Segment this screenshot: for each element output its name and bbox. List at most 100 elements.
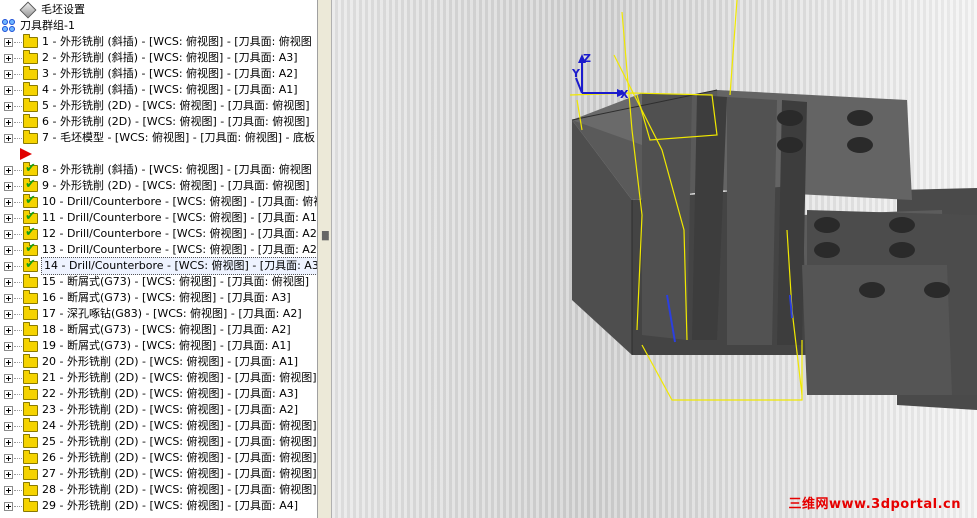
operation-folder-icon — [23, 113, 38, 128]
checkmark-icon: ✔ — [25, 192, 36, 208]
expand-toggle-icon[interactable] — [4, 325, 13, 335]
operation-folder-icon — [23, 33, 38, 48]
tree-item-stock-setup[interactable]: 毛坯设置 — [0, 1, 85, 19]
tree-item-operation[interactable]: ✔ 12 - Drill/Counterbore - [WCS: 俯视图] - [… — [0, 225, 318, 242]
operation-folder-icon — [23, 401, 38, 416]
operation-label: 15 - 断屑式(G73) - [WCS: 俯视图] - [刀具面: 俯视图] — [42, 275, 310, 288]
toolpath-group-label: 刀具群组-1 — [20, 19, 75, 32]
tree-item-operation[interactable]: 17 - 深孔啄钻(G83) - [WCS: 俯视图] - [刀具面: A2] — [0, 305, 302, 322]
operation-label: 5 - 外形铣削 (2D) - [WCS: 俯视图] - [刀具面: 俯视图] — [42, 99, 310, 112]
expand-toggle-icon[interactable] — [4, 293, 13, 303]
tree-item-operation[interactable]: 4 - 外形铣削 (斜插) - [WCS: 俯视图] - [刀具面: A1] — [0, 81, 298, 98]
operation-folder-icon: ✔ — [23, 240, 38, 256]
pane-splitter[interactable]: ▬ ▬ ▬ — [318, 0, 332, 518]
expand-toggle-icon[interactable] — [4, 37, 13, 47]
operation-label: 7 - 毛坯模型 - [WCS: 俯视图] - [刀具面: 俯视图] - 底板 — [42, 131, 315, 144]
expand-toggle-icon[interactable] — [4, 389, 13, 399]
checkmark-icon: ✔ — [25, 240, 36, 256]
operation-label: 27 - 外形铣削 (2D) - [WCS: 俯视图] - [刀具面: 俯视图] — [42, 467, 317, 480]
expand-toggle-icon[interactable] — [4, 53, 13, 63]
tree-item-operation[interactable]: 7 - 毛坯模型 - [WCS: 俯视图] - [刀具面: 俯视图] - 底板 — [0, 129, 315, 146]
expand-toggle-icon[interactable] — [4, 229, 13, 239]
checkmark-icon: ✔ — [25, 208, 36, 224]
operation-label: 29 - 外形铣削 (2D) - [WCS: 俯视图] - [刀具面: A4] — [42, 499, 299, 512]
tree-connector — [14, 505, 22, 507]
tree-item-operation[interactable]: ✔ 8 - 外形铣削 (斜插) - [WCS: 俯视图] - [刀具面: 俯视图 — [0, 161, 312, 178]
expand-toggle-icon[interactable] — [4, 437, 13, 447]
tree-item-operation[interactable]: ✔ 14 - Drill/Counterbore - [WCS: 俯视图] - [… — [0, 257, 317, 275]
expand-toggle-icon[interactable] — [4, 69, 13, 79]
tree-item-operation[interactable]: 5 - 外形铣削 (2D) - [WCS: 俯视图] - [刀具面: 俯视图] — [0, 97, 310, 114]
insert-marker-row[interactable] — [0, 146, 32, 162]
expand-toggle-icon[interactable] — [4, 469, 13, 479]
tree-item-toolpath-group[interactable]: 刀具群组-1 — [0, 18, 75, 34]
tree-item-operation[interactable]: 2 - 外形铣削 (斜插) - [WCS: 俯视图] - [刀具面: A3] — [0, 49, 298, 66]
tree-item-operation[interactable]: 29 - 外形铣削 (2D) - [WCS: 俯视图] - [刀具面: A4] — [0, 497, 299, 514]
tree-item-operation[interactable]: 27 - 外形铣削 (2D) - [WCS: 俯视图] - [刀具面: 俯视图] — [0, 465, 317, 482]
expand-toggle-icon[interactable] — [4, 277, 13, 287]
tree-item-operation[interactable]: 3 - 外形铣削 (斜插) - [WCS: 俯视图] - [刀具面: A2] — [0, 65, 298, 82]
expand-toggle-icon[interactable] — [4, 245, 13, 255]
operation-folder-icon — [23, 49, 38, 64]
tree-item-operation[interactable]: 20 - 外形铣削 (2D) - [WCS: 俯视图] - [刀具面: A1] — [0, 353, 299, 370]
expand-toggle-icon[interactable] — [4, 117, 13, 127]
expand-toggle-icon[interactable] — [4, 101, 13, 111]
expand-toggle-icon[interactable] — [4, 373, 13, 383]
tree-item-operation[interactable]: 1 - 外形铣削 (斜插) - [WCS: 俯视图] - [刀具面: 俯视图 — [0, 33, 312, 50]
expand-toggle-icon[interactable] — [4, 85, 13, 95]
expand-toggle-icon[interactable] — [4, 165, 13, 175]
tree-connector — [14, 73, 22, 75]
expand-toggle-icon[interactable] — [4, 453, 13, 463]
operation-label: 20 - 外形铣削 (2D) - [WCS: 俯视图] - [刀具面: A1] — [42, 355, 299, 368]
axis-indicator: Z Y X — [571, 52, 629, 101]
tree-connector — [14, 41, 22, 43]
insert-arrow-icon — [20, 148, 32, 160]
tree-item-operation[interactable]: 16 - 断屑式(G73) - [WCS: 俯视图] - [刀具面: A3] — [0, 289, 291, 306]
tree-item-operation[interactable]: 15 - 断屑式(G73) - [WCS: 俯视图] - [刀具面: 俯视图] — [0, 273, 310, 290]
expand-toggle-icon[interactable] — [4, 261, 13, 271]
operation-folder-icon — [23, 97, 38, 112]
tree-item-operation[interactable]: 6 - 外形铣削 (2D) - [WCS: 俯视图] - [刀具面: 俯视图] — [0, 113, 310, 130]
expand-toggle-icon[interactable] — [4, 133, 13, 143]
operation-folder-icon — [23, 81, 38, 96]
tree-item-operation[interactable]: 21 - 外形铣削 (2D) - [WCS: 俯视图] - [刀具面: 俯视图] — [0, 369, 317, 386]
operation-label: 12 - Drill/Counterbore - [WCS: 俯视图] - [刀… — [42, 227, 318, 240]
expand-toggle-icon[interactable] — [4, 421, 13, 431]
expand-toggle-icon[interactable] — [4, 485, 13, 495]
operation-label: 3 - 外形铣削 (斜插) - [WCS: 俯视图] - [刀具面: A2] — [42, 67, 298, 80]
tree-item-operation[interactable]: 22 - 外形铣削 (2D) - [WCS: 俯视图] - [刀具面: A3] — [0, 385, 298, 402]
expand-toggle-icon[interactable] — [4, 501, 13, 511]
tree-item-operation[interactable]: ✔ 13 - Drill/Counterbore - [WCS: 俯视图] - [… — [0, 240, 317, 258]
splitter-grip-icon: ▬ ▬ ▬ — [321, 228, 330, 244]
tree-item-operation[interactable]: 28 - 外形铣削 (2D) - [WCS: 俯视图] - [刀具面: 俯视图] — [0, 481, 317, 498]
expand-toggle-icon[interactable] — [4, 309, 13, 319]
tree-connector — [14, 313, 22, 315]
tree-item-operation[interactable]: ✔ 9 - 外形铣削 (2D) - [WCS: 俯视图] - [刀具面: 俯视图] — [0, 177, 310, 194]
stock-setup-label: 毛坯设置 — [41, 3, 85, 16]
tree-item-operation[interactable]: ✔ 10 - Drill/Counterbore - [WCS: 俯视图] - [… — [0, 192, 317, 210]
operation-folder-icon — [23, 65, 38, 80]
expand-toggle-icon[interactable] — [4, 357, 13, 367]
graphics-viewport[interactable]: Z Y X 三维网www.3dportal.cn — [332, 0, 977, 518]
tree-connector — [14, 233, 22, 235]
tree-item-operation[interactable]: 26 - 外形铣削 (2D) - [WCS: 俯视图] - [刀具面: 俯视图] — [0, 449, 317, 466]
operation-label: 9 - 外形铣削 (2D) - [WCS: 俯视图] - [刀具面: 俯视图] — [42, 179, 310, 192]
tree-item-operation[interactable]: 18 - 断屑式(G73) - [WCS: 俯视图] - [刀具面: A2] — [0, 321, 291, 338]
expand-toggle-icon[interactable] — [4, 405, 13, 415]
operation-folder-icon — [23, 369, 38, 384]
expand-toggle-icon[interactable] — [4, 181, 13, 191]
tree-item-operation[interactable]: ✔ 11 - Drill/Counterbore - [WCS: 俯视图] - [… — [0, 208, 317, 226]
tree-item-operation[interactable]: 23 - 外形铣削 (2D) - [WCS: 俯视图] - [刀具面: A2] — [0, 401, 298, 418]
operations-manager-tree[interactable]: 毛坯设置 刀具群组-1 1 - 外形铣削 (斜插) - [WCS: 俯视图] -… — [0, 0, 318, 518]
expand-toggle-icon[interactable] — [4, 197, 13, 207]
tree-connector — [14, 169, 22, 171]
tree-item-operation[interactable]: 24 - 外形铣削 (2D) - [WCS: 俯视图] - [刀具面: 俯视图] — [0, 417, 317, 434]
tree-item-operation[interactable]: 19 - 断屑式(G73) - [WCS: 俯视图] - [刀具面: A1] — [0, 337, 291, 354]
tree-connector — [14, 441, 22, 443]
operation-label: 26 - 外形铣削 (2D) - [WCS: 俯视图] - [刀具面: 俯视图] — [42, 451, 317, 464]
tree-item-operation[interactable]: 25 - 外形铣削 (2D) - [WCS: 俯视图] - [刀具面: 俯视图] — [0, 433, 317, 450]
expand-toggle-icon[interactable] — [4, 213, 13, 223]
operation-folder-icon: ✔ — [23, 257, 38, 272]
operation-label: 24 - 外形铣削 (2D) - [WCS: 俯视图] - [刀具面: 俯视图] — [42, 419, 317, 432]
expand-toggle-icon[interactable] — [4, 341, 13, 351]
